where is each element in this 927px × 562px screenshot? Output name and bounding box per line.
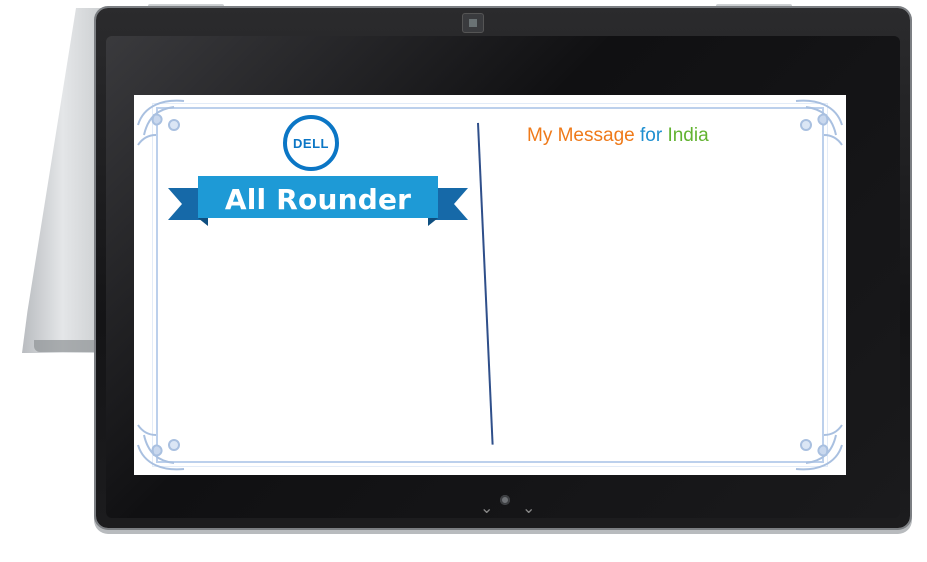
device-illustration: DELL All Rounder My Message for India ⌄ … xyxy=(0,0,927,562)
right-indicator-icon: ⌄ xyxy=(522,498,535,517)
message-part-my-message: My Message xyxy=(527,125,640,146)
ornament-corner-icon xyxy=(137,424,185,471)
ornament-corner-icon xyxy=(795,424,843,471)
home-button-icon[interactable] xyxy=(500,495,510,505)
tablet-home-controls: ⌄ ⌄ xyxy=(478,493,538,517)
ribbon-banner: All Rounder xyxy=(168,170,468,230)
ribbon-title: All Rounder xyxy=(224,183,412,216)
message-part-india: India xyxy=(667,125,709,146)
screen-card: DELL All Rounder My Message for India xyxy=(134,95,846,475)
ornament-corner-icon xyxy=(137,99,185,146)
message-part-for: for xyxy=(639,125,668,146)
dell-logo: DELL xyxy=(283,115,339,171)
message-heading: My Message for India xyxy=(527,125,709,147)
ornament-corner-icon xyxy=(795,99,843,146)
left-indicator-icon: ⌄ xyxy=(480,498,493,517)
camera-icon xyxy=(462,13,484,33)
